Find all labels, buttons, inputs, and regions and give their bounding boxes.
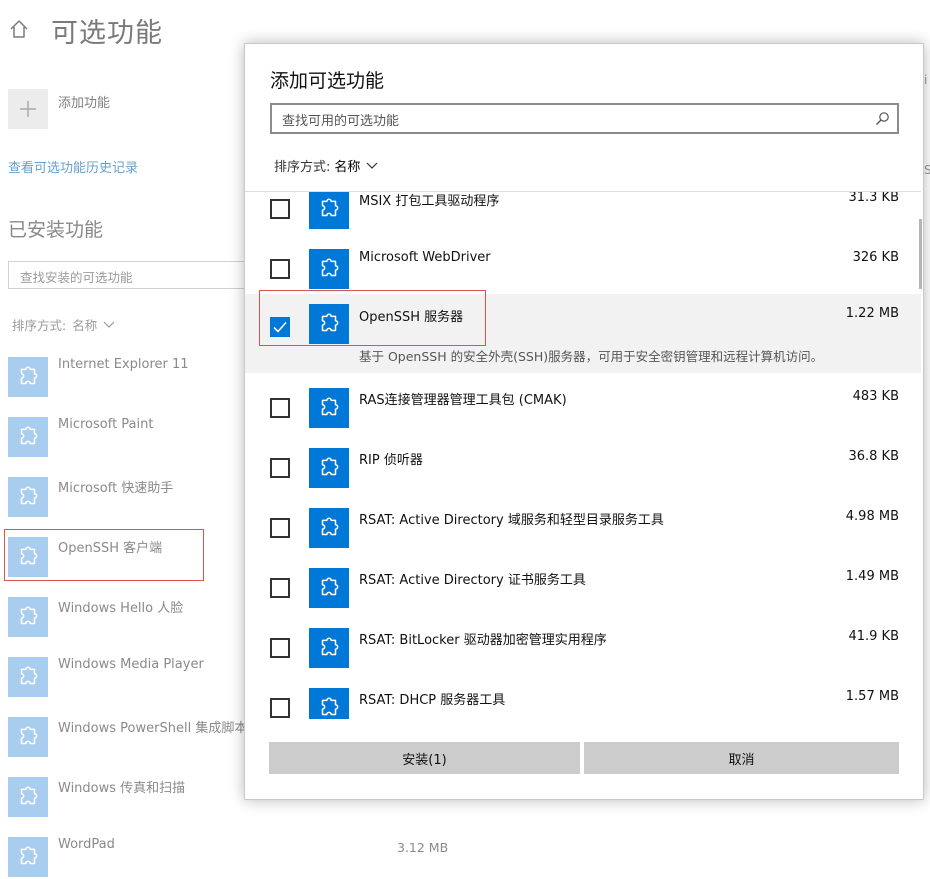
- truncated-text: S: [924, 163, 930, 177]
- feature-checkbox[interactable]: [270, 259, 290, 279]
- highlight-box: [259, 290, 486, 346]
- feature-size: 483 KB: [852, 389, 899, 404]
- feature-size: 41.9 KB: [848, 629, 899, 644]
- feature-row[interactable]: RSAT: Active Directory 证书服务工具 1.49 MB: [245, 565, 921, 625]
- installed-item-name: Windows PowerShell 集成脚本: [58, 721, 248, 736]
- installed-item-size: 3.12 MB: [397, 840, 449, 855]
- feature-checkbox[interactable]: [270, 458, 290, 478]
- history-link[interactable]: 查看可选功能历史记录: [8, 157, 138, 176]
- feature-row[interactable]: RSAT: Active Directory 域服务和轻型目录服务工具 4.98…: [245, 505, 921, 565]
- feature-size: 1.57 MB: [845, 689, 899, 704]
- installed-heading: 已安装功能: [8, 219, 104, 241]
- feature-size: 36.8 KB: [848, 449, 899, 464]
- feature-size: 1.22 MB: [845, 306, 899, 321]
- sort-value: 名称: [334, 160, 361, 175]
- feature-row[interactable]: RSAT: BitLocker 驱动器加密管理实用程序 41.9 KB: [245, 625, 921, 685]
- installed-item-name: Windows 传真和扫描: [58, 781, 186, 796]
- puzzle-icon: [309, 508, 349, 548]
- chevron-down-icon: [103, 321, 115, 328]
- add-feature-label[interactable]: 添加功能: [58, 92, 110, 111]
- puzzle-icon: [309, 688, 349, 719]
- feature-description: 基于 OpenSSH 的安全外壳(SSH)服务器，可用于安全密钥管理和远程计算机…: [359, 349, 824, 364]
- installed-item[interactable]: WordPad: [8, 837, 308, 879]
- feature-size: 1.49 MB: [845, 569, 899, 584]
- feature-checkbox[interactable]: [270, 398, 290, 418]
- puzzle-icon: [309, 448, 349, 488]
- installed-sort[interactable]: 排序方式: 名称: [12, 315, 115, 334]
- feature-name: MSIX 打包工具驱动程序: [359, 194, 500, 209]
- puzzle-icon: [8, 357, 48, 397]
- puzzle-icon: [8, 477, 48, 517]
- dialog-title: 添加可选功能: [270, 70, 385, 92]
- feature-name: RAS连接管理器管理工具包 (CMAK): [359, 393, 567, 408]
- puzzle-icon: [309, 388, 349, 428]
- feature-name: RSAT: Active Directory 证书服务工具: [359, 573, 586, 588]
- sort-label: 排序方式:: [274, 160, 331, 175]
- feature-checkbox[interactable]: [270, 199, 290, 219]
- puzzle-icon: [309, 249, 349, 289]
- feature-size: 326 KB: [852, 250, 899, 265]
- dialog-sort[interactable]: 排序方式: 名称: [274, 156, 380, 175]
- feature-list[interactable]: MSIX 打包工具驱动程序 31.3 KB Microsoft WebDrive…: [245, 191, 921, 719]
- feature-name: RSAT: DHCP 服务器工具: [359, 693, 506, 708]
- plus-icon: [20, 101, 36, 117]
- sort-value: 名称: [72, 318, 98, 333]
- add-feature-button[interactable]: [8, 89, 48, 129]
- install-button[interactable]: 安装(1): [269, 742, 580, 774]
- feature-name: Microsoft WebDriver: [359, 250, 491, 265]
- installed-item-name: Windows Hello 人脸: [58, 601, 184, 616]
- puzzle-icon: [8, 417, 48, 457]
- chevron-down-icon: [366, 162, 378, 169]
- feature-row[interactable]: MSIX 打包工具驱动程序 31.3 KB: [245, 191, 921, 246]
- puzzle-icon: [309, 568, 349, 608]
- feature-checkbox[interactable]: [270, 698, 290, 718]
- installed-item-name: Windows Media Player: [58, 657, 204, 672]
- feature-row[interactable]: RAS连接管理器管理工具包 (CMAK) 483 KB: [245, 385, 921, 445]
- feature-checkbox[interactable]: [270, 518, 290, 538]
- installed-item-name: Microsoft Paint: [58, 417, 154, 432]
- installed-item-name: Microsoft 快速助手: [58, 481, 174, 496]
- feature-name: RIP 侦听器: [359, 453, 423, 468]
- puzzle-icon: [8, 837, 48, 877]
- feature-row[interactable]: RIP 侦听器 36.8 KB: [245, 445, 921, 505]
- search-placeholder: 查找可用的可选功能: [282, 114, 400, 129]
- installed-search-input[interactable]: 查找安装的可选功能: [8, 261, 268, 289]
- add-feature-dialog: 添加可选功能 查找可用的可选功能 排序方式: 名称 MSIX 打包工具驱动程序 …: [244, 43, 924, 800]
- truncated-text: i: [924, 73, 928, 87]
- installed-item-name: WordPad: [58, 837, 115, 852]
- feature-name: RSAT: Active Directory 域服务和轻型目录服务工具: [359, 513, 664, 528]
- feature-row-selected[interactable]: OpenSSH 服务器 1.22 MB 基于 OpenSSH 的安全外壳(SSH…: [245, 290, 921, 373]
- puzzle-icon: [8, 597, 48, 637]
- highlight-box: [4, 529, 204, 581]
- cancel-button[interactable]: 取消: [584, 742, 899, 774]
- feature-row[interactable]: RSAT: DHCP 服务器工具 1.57 MB: [245, 685, 921, 719]
- puzzle-icon: [8, 777, 48, 817]
- feature-checkbox[interactable]: [270, 638, 290, 658]
- feature-search-input[interactable]: 查找可用的可选功能: [270, 103, 899, 134]
- puzzle-icon: [8, 717, 48, 757]
- puzzle-icon: [309, 628, 349, 668]
- sort-label: 排序方式:: [12, 318, 67, 333]
- installed-item-name: Internet Explorer 11: [58, 357, 189, 372]
- feature-name: RSAT: BitLocker 驱动器加密管理实用程序: [359, 633, 607, 648]
- search-icon[interactable]: [875, 111, 890, 126]
- list-scrollbar[interactable]: [919, 219, 922, 289]
- puzzle-icon: [309, 192, 349, 229]
- feature-size: 31.3 KB: [848, 191, 899, 205]
- feature-size: 4.98 MB: [845, 509, 899, 524]
- feature-checkbox[interactable]: [270, 578, 290, 598]
- puzzle-icon: [8, 657, 48, 697]
- page-title: 可选功能: [51, 18, 163, 49]
- home-icon[interactable]: [8, 18, 30, 40]
